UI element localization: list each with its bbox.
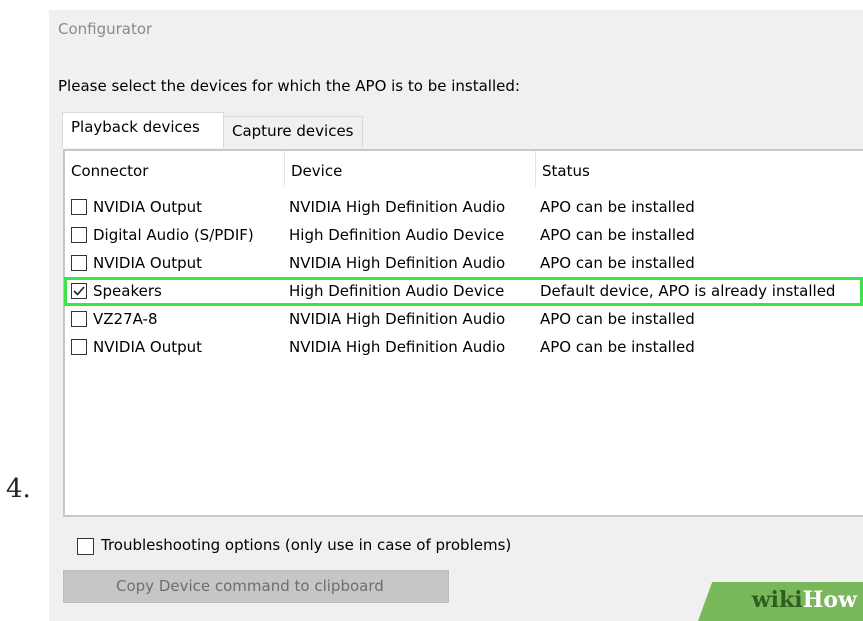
checked-checkbox[interactable]	[71, 283, 87, 299]
connector-cell: Digital Audio (S/PDIF)	[93, 226, 254, 244]
troubleshooting-checkbox[interactable]	[77, 538, 94, 555]
status-cell: APO can be installed	[540, 338, 695, 356]
table-row[interactable]: NVIDIA Output NVIDIA High Definition Audi…	[65, 334, 863, 361]
checkbox[interactable]	[71, 255, 87, 271]
device-cell: High Definition Audio Device	[289, 226, 505, 244]
tab-capture-devices[interactable]: Capture devices	[224, 116, 363, 147]
configurator-window: Configurator Please select the devices f…	[49, 10, 863, 621]
checkbox[interactable]	[71, 311, 87, 327]
device-cell: High Definition Audio Device	[289, 282, 505, 300]
window-title: Configurator	[58, 20, 153, 38]
status-cell: Default device, APO is already installed	[540, 282, 836, 300]
column-header-status[interactable]: Status	[536, 151, 863, 187]
device-cell: NVIDIA High Definition Audio	[289, 338, 506, 356]
connector-cell: VZ27A-8	[93, 310, 158, 328]
table-row[interactable]: NVIDIA Output NVIDIA High Definition Audi…	[65, 194, 863, 221]
table-row[interactable]: VZ27A-8 NVIDIA High Definition Audio APO c…	[65, 306, 863, 333]
column-header-connector[interactable]: Connector	[65, 151, 285, 187]
device-cell: NVIDIA High Definition Audio	[289, 198, 506, 216]
status-cell: APO can be installed	[540, 226, 695, 244]
checkmark-icon	[73, 286, 85, 296]
device-list[interactable]: Connector Device Status NVIDIA Output NVI…	[63, 149, 863, 517]
table-row[interactable]: NVIDIA Output NVIDIA High Definition Audi…	[65, 250, 863, 277]
watermark-part2: How	[802, 587, 857, 613]
checkbox[interactable]	[71, 227, 87, 243]
troubleshooting-label: Troubleshooting options (only use in cas…	[101, 536, 512, 554]
table-row[interactable]: Speakers High Definition Audio Device Defa…	[64, 277, 863, 306]
connector-cell: NVIDIA Output	[93, 338, 203, 356]
status-cell: APO can be installed	[540, 198, 695, 216]
step-number: 4.	[6, 474, 31, 504]
column-header-row: Connector Device Status	[65, 151, 863, 187]
connector-cell: NVIDIA Output	[93, 254, 203, 272]
checkbox[interactable]	[71, 339, 87, 355]
instruction-text: Please select the devices for which the …	[58, 77, 520, 95]
connector-cell: Speakers	[93, 282, 162, 300]
checkbox[interactable]	[71, 199, 87, 215]
wikihow-watermark: wikiHow	[752, 587, 857, 613]
table-row[interactable]: Digital Audio (S/PDIF) High Definition Au…	[65, 222, 863, 249]
device-cell: NVIDIA High Definition Audio	[289, 254, 506, 272]
status-cell: APO can be installed	[540, 254, 695, 272]
tab-playback-devices[interactable]: Playback devices	[62, 112, 224, 148]
status-cell: APO can be installed	[540, 310, 695, 328]
copy-device-command-button[interactable]: Copy Device command to clipboard	[63, 570, 449, 603]
device-cell: NVIDIA High Definition Audio	[289, 310, 506, 328]
column-header-device[interactable]: Device	[285, 151, 536, 187]
watermark-part1: wiki	[751, 587, 803, 613]
connector-cell: NVIDIA Output	[93, 198, 203, 216]
